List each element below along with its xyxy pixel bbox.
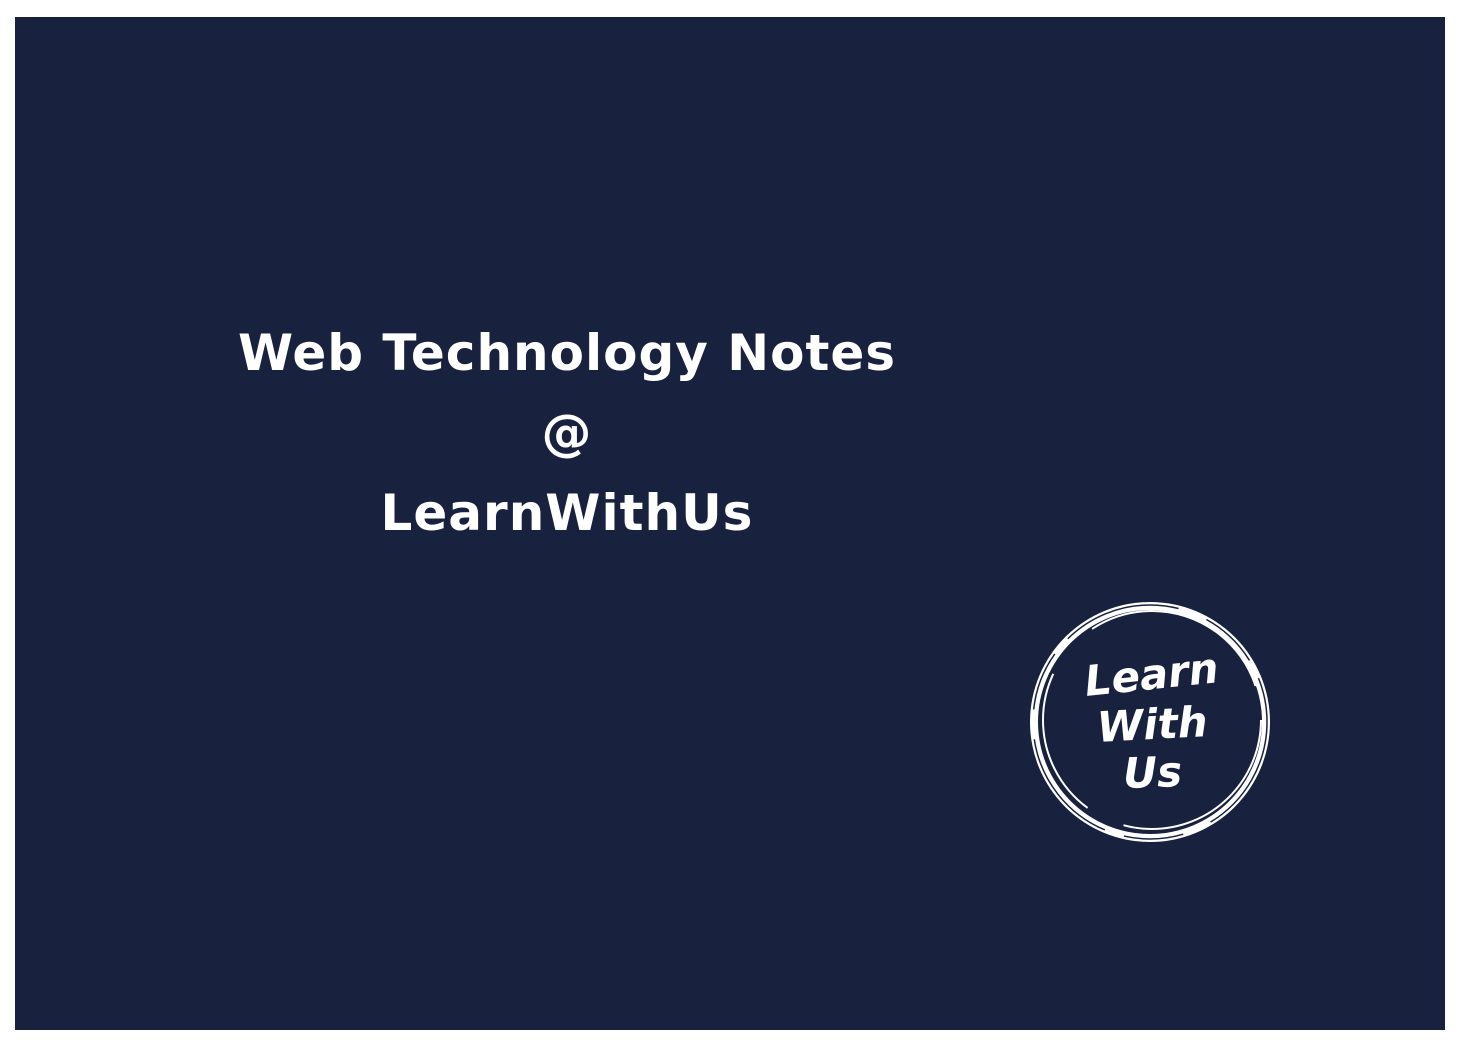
- title-line-at: @: [541, 404, 593, 462]
- cover-page: Web Technology Notes @ LearnWithUs Learn…: [15, 17, 1445, 1030]
- learnwithus-logo: Learn With Us: [1025, 597, 1275, 847]
- logo-line-us: Us: [1122, 747, 1183, 798]
- logo-line-with: With: [1096, 697, 1209, 752]
- circle-badge-logo-icon: Learn With Us: [1030, 602, 1270, 842]
- title-line-brand: LearnWithUs: [380, 484, 754, 542]
- title-line-heading: Web Technology Notes: [237, 324, 897, 382]
- cover-title: Web Technology Notes @ LearnWithUs: [237, 313, 897, 553]
